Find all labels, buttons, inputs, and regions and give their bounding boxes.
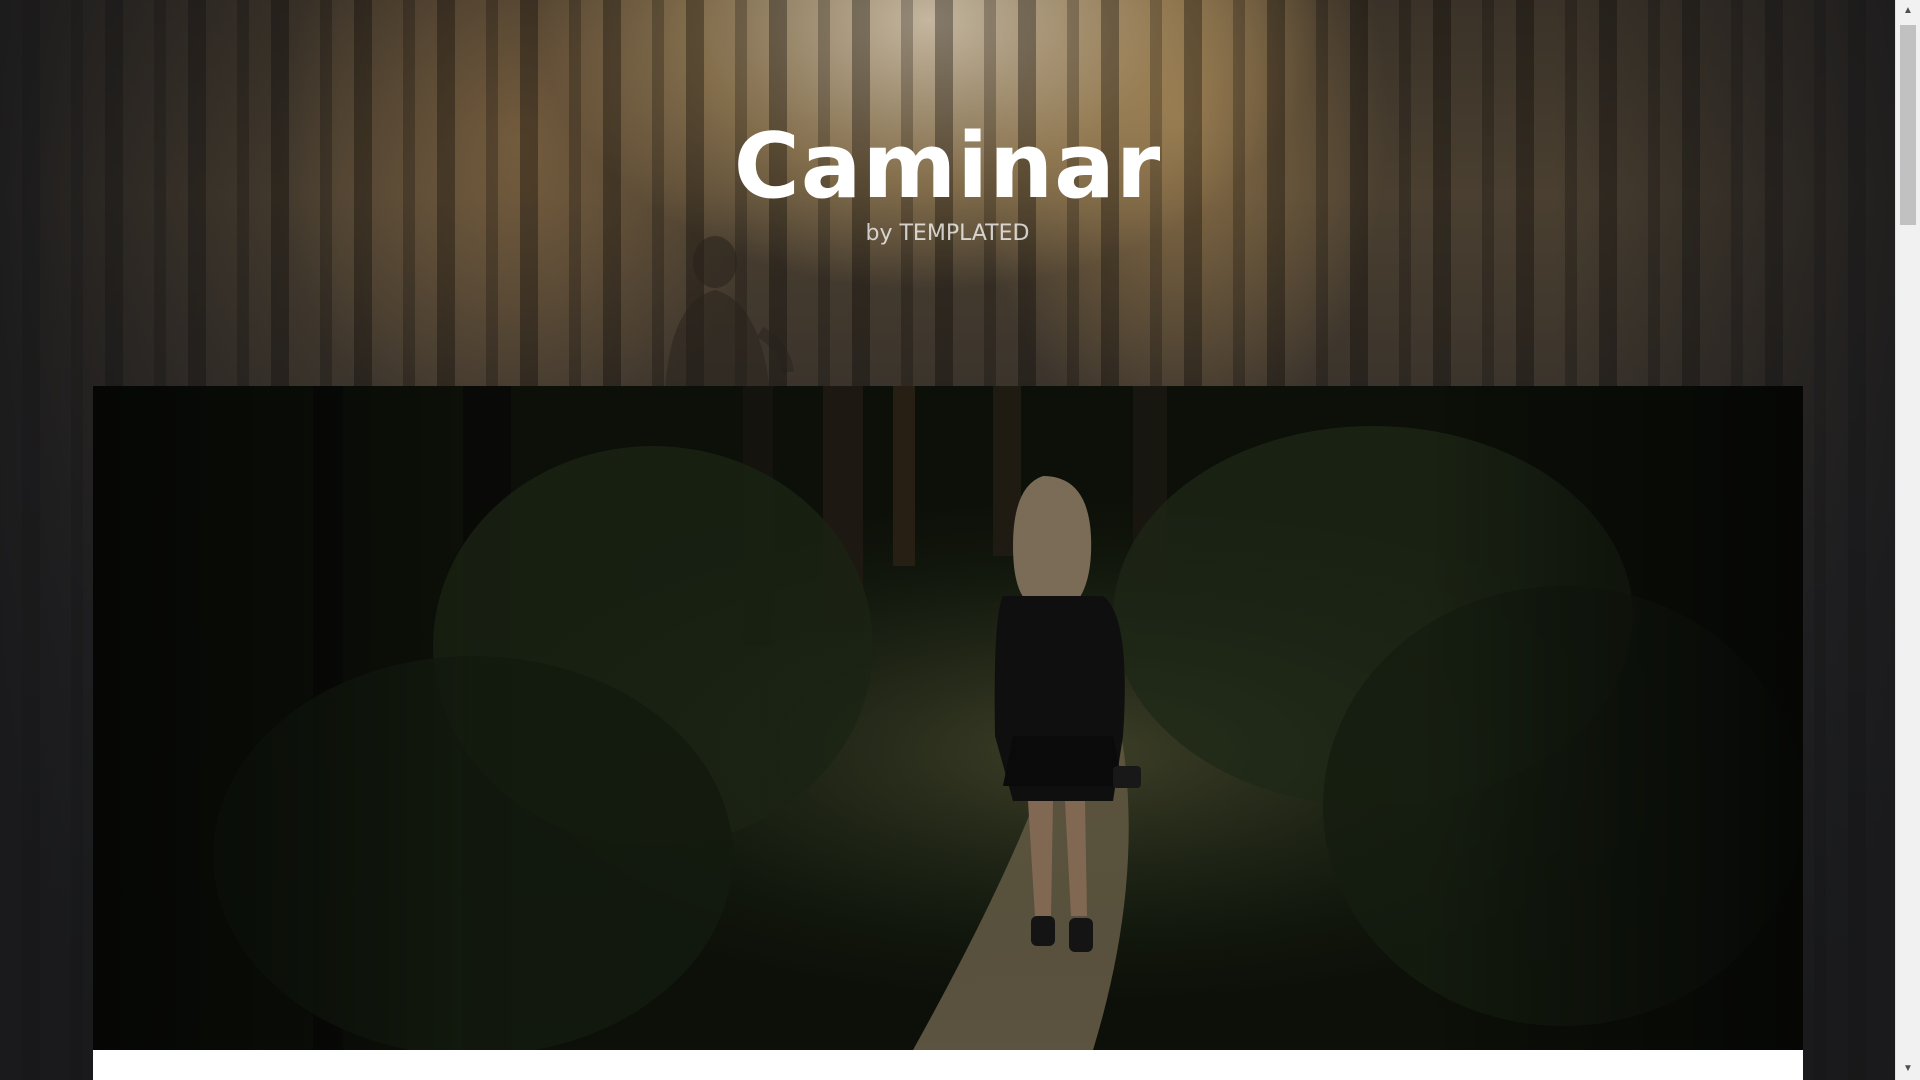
forest-path-photo (93, 386, 1803, 1050)
scroll-down-icon[interactable]: ▼ (1896, 1058, 1920, 1080)
scrollbar-thumb[interactable] (1900, 25, 1916, 225)
scroll-up-icon[interactable]: ▲ (1896, 0, 1920, 22)
page-viewport: Caminar by TEMPLATED (0, 0, 1895, 1080)
background-hiker-silhouette (665, 236, 794, 392)
site-title[interactable]: Caminar (0, 112, 1895, 222)
site-byline: by TEMPLATED (865, 221, 1030, 246)
featured-image (93, 386, 1803, 1050)
vertical-scrollbar[interactable]: ▲ ▼ (1895, 0, 1920, 1080)
content-panel (93, 1050, 1803, 1080)
site-header: Caminar by TEMPLATED (0, 112, 1895, 248)
